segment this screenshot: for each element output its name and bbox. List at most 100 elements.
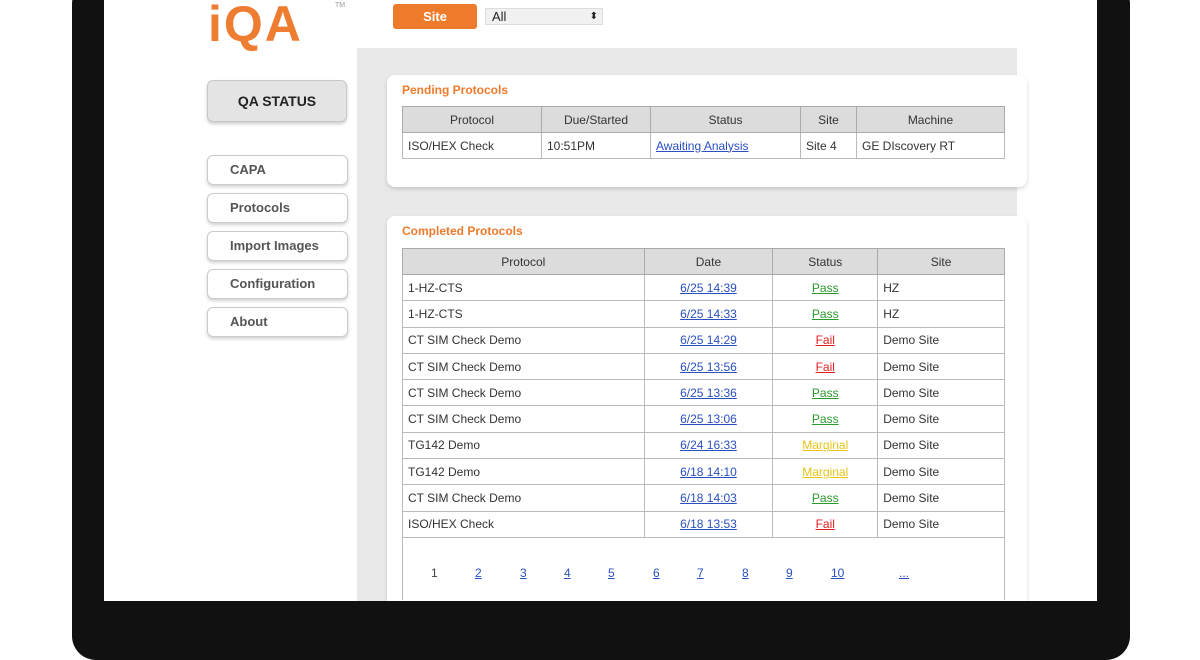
table-cell: 1-HZ-CTS: [402, 273, 645, 302]
table-cell: Pass: [772, 379, 879, 407]
table-cell: Pass: [772, 484, 879, 512]
table-cell: Fail: [772, 326, 879, 354]
table-cell: ISO/HEX Check: [402, 510, 645, 538]
status-link[interactable]: Pass: [812, 386, 839, 400]
table-cell: HZ: [877, 273, 1005, 302]
table-row[interactable]: CT SIM Check Demo 6/25 13:36 Pass Demo Site: [402, 379, 1005, 407]
nav-capa-button[interactable]: CAPA: [207, 155, 348, 185]
status-link[interactable]: Pass: [812, 491, 839, 505]
table-cell: 6/18 13:53: [643, 510, 774, 538]
date-link[interactable]: 6/25 13:36: [680, 386, 737, 400]
table-cell: Demo Site: [877, 326, 1005, 354]
pending-col-header[interactable]: Due/Started: [541, 106, 651, 133]
table-cell: CT SIM Check Demo: [402, 484, 645, 512]
table-row[interactable]: TG142 Demo 6/24 16:33 Marginal Demo Site: [402, 431, 1005, 460]
table-cell: 10:51PM: [541, 131, 651, 160]
nav-protocols-button[interactable]: Protocols: [207, 193, 348, 223]
table-row[interactable]: CT SIM Check Demo 6/25 13:06 Pass Demo Site: [402, 405, 1005, 433]
table-cell: CT SIM Check Demo: [402, 352, 645, 381]
table-row[interactable]: CT SIM Check Demo 6/18 14:03 Pass Demo Site: [402, 484, 1005, 512]
status-link[interactable]: Marginal: [802, 465, 848, 479]
site-button[interactable]: Site: [393, 4, 477, 29]
table-cell: 1-HZ-CTS: [402, 300, 645, 328]
table-cell: GE DIscovery RT: [856, 131, 1005, 160]
table-cell: CT SIM Check Demo: [402, 405, 645, 433]
nav-about-button[interactable]: About: [207, 307, 348, 337]
page-link[interactable]: 9: [786, 566, 793, 580]
table-row[interactable]: 1-HZ-CTS 6/25 14:33 Pass HZ: [402, 300, 1005, 328]
page-link[interactable]: 7: [697, 566, 704, 580]
pending-col-header[interactable]: Machine: [856, 106, 1005, 133]
table-cell: Marginal: [772, 458, 879, 486]
table-row[interactable]: CT SIM Check Demo 6/25 13:56 Fail Demo Site: [402, 352, 1005, 381]
table-cell: 6/25 13:56: [643, 352, 774, 381]
table-cell: Pass: [772, 273, 879, 302]
qa-status-button[interactable]: QA STATUS: [207, 80, 347, 122]
table-cell: Demo Site: [877, 352, 1005, 381]
page-link[interactable]: 3: [520, 566, 527, 580]
table-row[interactable]: CT SIM Check Demo 6/25 14:29 Fail Demo Site: [402, 326, 1005, 354]
table-cell: 6/25 14:33: [643, 300, 774, 328]
pending-col-header[interactable]: Protocol: [402, 106, 542, 133]
date-link[interactable]: 6/25 14:29: [680, 333, 737, 347]
completed-title: Completed Protocols: [402, 224, 523, 238]
completed-table: Protocol Date Status Site 1-HZ-CTS 6/25 14:39…: [402, 248, 1005, 538]
page-link[interactable]: 2: [475, 566, 482, 580]
table-cell: Demo Site: [877, 510, 1005, 538]
table-cell: 6/25 14:29: [643, 326, 774, 354]
table-cell: HZ: [877, 300, 1005, 328]
completed-col-header[interactable]: Site: [877, 248, 1005, 275]
page-link[interactable]: ...: [899, 566, 909, 580]
completed-protocols-panel: Completed Protocols Protocol Date Status Si…: [387, 216, 1027, 601]
table-row[interactable]: TG142 Demo 6/18 14:10 Marginal Demo Site: [402, 458, 1005, 486]
table-cell: 6/25 14:39: [643, 273, 774, 302]
app-screen: iQA TM Site All ⬍ QA STATUS CAPA Protocols…: [104, 0, 1097, 601]
page-link[interactable]: 5: [608, 566, 615, 580]
table-cell: Pass: [772, 300, 879, 328]
nav-configuration-button[interactable]: Configuration: [207, 269, 348, 299]
table-cell: Fail: [772, 510, 879, 538]
date-link[interactable]: 6/25 13:56: [680, 360, 737, 374]
page-link[interactable]: 6: [653, 566, 660, 580]
pending-protocols-panel: Pending Protocols Protocol Due/Started Sta…: [387, 75, 1027, 187]
date-link[interactable]: 6/18 13:53: [680, 517, 737, 531]
pending-col-header[interactable]: Site: [800, 106, 857, 133]
date-link[interactable]: 6/25 14:39: [680, 281, 737, 295]
status-link[interactable]: Pass: [812, 281, 839, 295]
page-link[interactable]: 10: [831, 566, 844, 580]
status-link[interactable]: Pass: [812, 412, 839, 426]
date-link[interactable]: 6/24 16:33: [680, 438, 737, 452]
status-link[interactable]: Fail: [816, 333, 835, 347]
table-row[interactable]: ISO/HEX Check 6/18 13:53 Fail Demo Site: [402, 510, 1005, 538]
nav-import-images-button[interactable]: Import Images: [207, 231, 348, 261]
table-row[interactable]: 1-HZ-CTS 6/25 14:39 Pass HZ: [402, 273, 1005, 302]
site-select-value: All: [492, 9, 507, 24]
table-cell: Demo Site: [877, 379, 1005, 407]
date-link[interactable]: 6/18 14:03: [680, 491, 737, 505]
table-cell: Pass: [772, 405, 879, 433]
pagination: 1 2 3 4 5 6 7 8 9 10...: [402, 538, 1005, 600]
status-link[interactable]: Fail: [816, 517, 835, 531]
completed-col-header[interactable]: Status: [772, 248, 879, 275]
date-link[interactable]: 6/25 13:06: [680, 412, 737, 426]
table-cell: TG142 Demo: [402, 431, 645, 460]
date-link[interactable]: 6/25 14:33: [680, 307, 737, 321]
pending-title: Pending Protocols: [402, 83, 509, 97]
site-select[interactable]: All ⬍: [485, 8, 603, 25]
trademark: TM: [335, 2, 346, 9]
status-link[interactable]: Awaiting Analysis: [656, 139, 749, 153]
pending-col-header[interactable]: Status: [650, 106, 801, 133]
page-link[interactable]: 8: [742, 566, 749, 580]
date-link[interactable]: 6/18 14:10: [680, 465, 737, 479]
status-link[interactable]: Marginal: [802, 438, 848, 452]
completed-col-header[interactable]: Protocol: [402, 248, 645, 275]
table-cell: 6/25 13:06: [643, 405, 774, 433]
status-link[interactable]: Fail: [816, 360, 835, 374]
completed-col-header[interactable]: Date: [643, 248, 774, 275]
status-link[interactable]: Pass: [812, 307, 839, 321]
table-cell: Demo Site: [877, 431, 1005, 460]
table-cell: Demo Site: [877, 484, 1005, 512]
table-row: ISO/HEX Check 10:51PM Awaiting Analysis Sit…: [402, 131, 1005, 160]
page-link[interactable]: 4: [564, 566, 571, 580]
table-cell: Marginal: [772, 431, 879, 460]
